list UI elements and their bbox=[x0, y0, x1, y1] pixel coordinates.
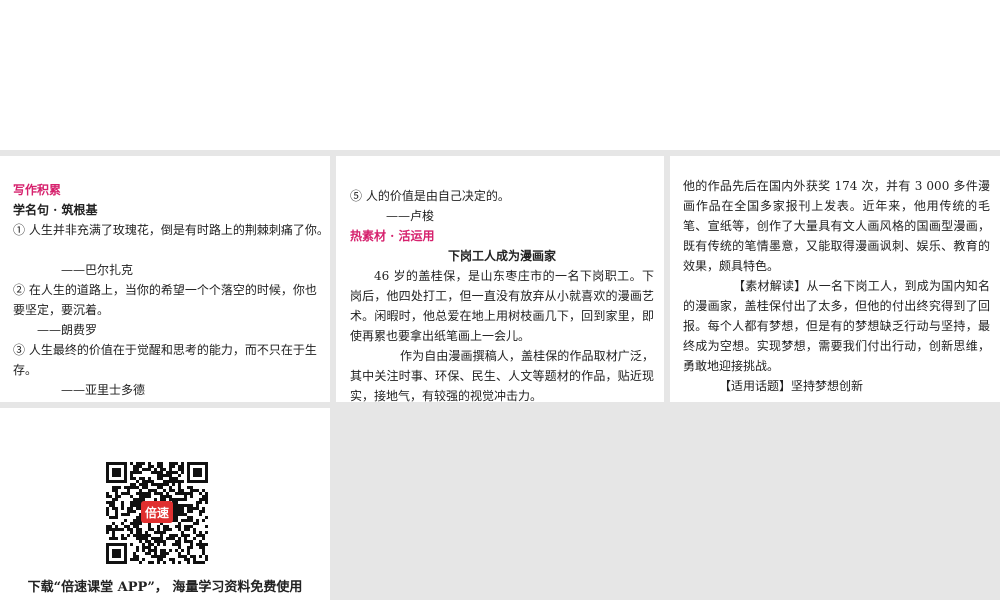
qr-logo-text: 倍速 bbox=[145, 505, 169, 520]
section-heading: 写作积累 bbox=[13, 183, 62, 197]
section-subheading: 学名句 · 筑根基 bbox=[13, 203, 98, 217]
blank-top-area bbox=[0, 0, 1000, 150]
quote-1: ① 人生并非充满了玫瑰花，倒是有时路上的荆棘刺痛了你。 bbox=[13, 223, 329, 237]
quote-3-line-1: ③ 人生最终的价值在于觉醒和思考的能力，而不只在于生 bbox=[13, 343, 317, 357]
writing-accumulation-panel: 写作积累 学名句 · 筑根基 ① 人生并非充满了玫瑰花，倒是有时路上的荆棘刺痛了… bbox=[0, 156, 330, 402]
quote-3-author: ——亚里士多德 bbox=[61, 383, 146, 397]
quote-2-line-1: ② 在人生的道路上，当你的希望一个个落空的时候，你也 bbox=[13, 283, 317, 297]
quote-5-author: ——卢梭 bbox=[386, 209, 435, 223]
section-heading: 热素材 · 活运用 bbox=[350, 229, 435, 243]
quote-5: ⑤ 人的价值是由自己决定的。 bbox=[350, 189, 510, 203]
article-paragraph-2: 作为自由漫画撰稿人，盖桂保的作品取材广泛，其中关注时事、环保、民生、人文等题材的… bbox=[350, 349, 654, 402]
article-title: 下岗工人成为漫画家 bbox=[447, 249, 556, 263]
quote-3-line-2: 存。 bbox=[13, 363, 38, 377]
download-caption: 下载“倍速课堂 APP”， 海量学习资料免费使用 bbox=[27, 580, 303, 595]
material-interpretation: 【素材解读】从一名下岗工人，到成为国内知名的漫画家，盖桂保付出了太多，但他的付出… bbox=[683, 279, 990, 373]
quote-2-author: ——朗费罗 bbox=[37, 323, 98, 337]
hot-material-panel: ⑤ 人的价值是由自己决定的。 ——卢梭 热素材 · 活运用 下岗工人成为漫画家 … bbox=[336, 156, 664, 402]
quote-1-author: ——巴尔扎克 bbox=[61, 263, 134, 277]
material-interpretation-panel: 他的作品先后在国内外获奖 174 次，并有 3 000 多件漫画作品在全国多家报… bbox=[670, 156, 1000, 402]
qr-code[interactable]: 倍速 bbox=[106, 462, 208, 564]
article-paragraph-3: 他的作品先后在国内外获奖 174 次，并有 3 000 多件漫画作品在全国多家报… bbox=[683, 179, 990, 273]
qr-code-panel: 倍速 下载“倍速课堂 APP”， 海量学习资料免费使用 bbox=[0, 408, 330, 600]
qr-code-image: 倍速 bbox=[106, 462, 208, 564]
applicable-topic: 【适用话题】坚持梦想创新 bbox=[719, 379, 864, 393]
article-paragraph-1: 46 岁的盖桂保，是山东枣庄市的一名下岗职工。下岗后，他四处打工，但一直没有放弃… bbox=[350, 269, 654, 343]
quote-2-line-2: 要坚定，要沉着。 bbox=[13, 303, 110, 317]
